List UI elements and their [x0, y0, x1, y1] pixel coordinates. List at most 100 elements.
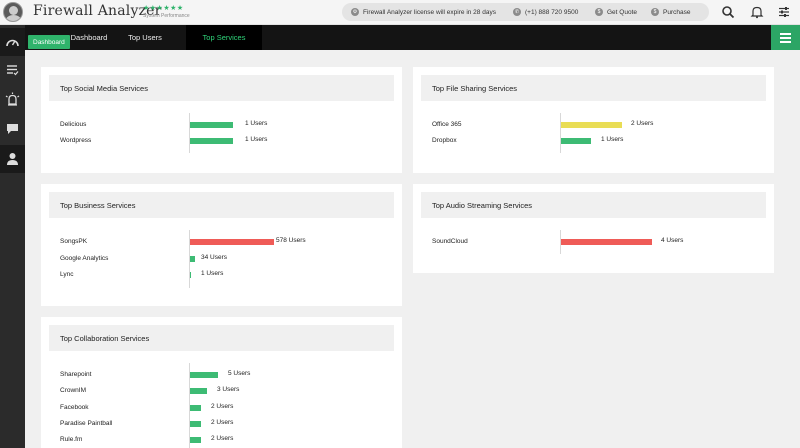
get-quote-link[interactable]: $ Get Quote: [595, 3, 637, 21]
list-item[interactable]: Office 365 2 Users: [413, 118, 774, 132]
user-icon: [7, 153, 18, 165]
phone-icon: ✆: [513, 8, 521, 16]
usage-bar: [561, 122, 622, 128]
user-count: 5 Users: [228, 370, 251, 377]
gear-icon: ⚙: [351, 8, 359, 16]
avatar[interactable]: [3, 2, 23, 22]
search-icon[interactable]: [721, 5, 735, 19]
card-audio-streaming: Top Audio Streaming Services SoundCloud …: [413, 184, 774, 273]
list-item[interactable]: Rule.fm 2 Users: [41, 433, 402, 447]
card-title: Top Business Services: [49, 192, 394, 218]
card-title: Top File Sharing Services: [421, 75, 766, 101]
user-count: 2 Users: [211, 419, 234, 426]
sidebar-item-alarms[interactable]: [0, 85, 25, 113]
card-social-media: Top Social Media Services Delicious 1 Us…: [41, 67, 402, 173]
dashboard-icon: [6, 39, 19, 47]
card-collaboration: Top Collaboration Services Sharepoint 5 …: [41, 317, 402, 448]
card-business: Top Business Services SongsPK 578 Users …: [41, 184, 402, 306]
list-item[interactable]: CrownIM 3 Users: [41, 384, 402, 398]
service-name: SongsPK: [60, 238, 88, 245]
list-item[interactable]: SongsPK 578 Users: [41, 235, 402, 249]
sidebar-item-chat[interactable]: [0, 115, 25, 143]
reports-icon: [7, 65, 19, 76]
sidebar-item-users[interactable]: [0, 145, 25, 173]
sidebar-item-dashboard[interactable]: [0, 28, 25, 56]
license-info-bar: ⚙ Firewall Analyzer license will expire …: [342, 3, 709, 21]
list-item[interactable]: Facebook 2 Users: [41, 401, 402, 415]
list-item[interactable]: Google Analytics 34 Users: [41, 252, 402, 266]
usage-bar: [561, 239, 652, 245]
service-name: Sharepoint: [60, 371, 92, 378]
chat-icon: [7, 124, 18, 134]
list-item[interactable]: Wordpress 1 Users: [41, 134, 402, 148]
service-name: CrownIM: [60, 387, 87, 394]
top-header: Firewall Analyzer ★★★★★★ System Performa…: [0, 0, 800, 25]
usage-bar: [190, 372, 218, 378]
usage-bar: [190, 272, 191, 278]
list-item[interactable]: Dropbox 1 Users: [413, 134, 774, 148]
service-name: Rule.fm: [60, 436, 83, 443]
sidebar-item-reports[interactable]: [0, 56, 25, 84]
alarm-bulb-icon: [5, 92, 20, 106]
tab-top-services[interactable]: Top Services: [186, 25, 262, 50]
service-name: Lync: [60, 271, 74, 278]
service-name: Paradise Paintball: [60, 420, 113, 427]
service-name: Google Analytics: [60, 255, 109, 262]
user-count: 3 Users: [217, 386, 240, 393]
bell-icon[interactable]: [750, 5, 764, 19]
service-name: Dropbox: [432, 137, 457, 144]
purchase-label: Purchase: [663, 8, 691, 16]
purchase-link[interactable]: $ Purchase: [651, 3, 690, 21]
usage-bar: [190, 239, 274, 245]
tab-top-services-label: Top Services: [202, 33, 246, 42]
service-name: Delicious: [60, 121, 87, 128]
usage-bar: [190, 388, 207, 394]
tab-top-users-label: Top Users: [128, 33, 162, 42]
tab-bar: Dashboard Top Users Top Services: [0, 25, 800, 50]
rating-stars: ★★★★★★: [143, 5, 184, 12]
list-item[interactable]: SoundCloud 4 Users: [413, 235, 774, 249]
get-quote-label: Get Quote: [607, 8, 637, 16]
user-count: 1 Users: [245, 136, 268, 143]
user-count: 1 Users: [245, 120, 268, 127]
usage-bar: [190, 421, 201, 427]
user-count: 578 Users: [276, 237, 306, 244]
user-count: 4 Users: [661, 237, 684, 244]
user-count: 2 Users: [211, 435, 234, 442]
usage-bar: [561, 138, 591, 144]
usage-bar: [190, 405, 201, 411]
menu-icon[interactable]: [771, 25, 800, 50]
service-name: Facebook: [60, 404, 89, 411]
list-item[interactable]: Delicious 1 Users: [41, 118, 402, 132]
list-item[interactable]: Paradise Paintball 2 Users: [41, 417, 402, 431]
user-count: 1 Users: [201, 270, 224, 277]
license-notice[interactable]: ⚙ Firewall Analyzer license will expire …: [351, 3, 496, 21]
license-notice-text: Firewall Analyzer license will expire in…: [363, 8, 496, 16]
card-file-sharing: Top File Sharing Services Office 365 2 U…: [413, 67, 774, 173]
phone-link[interactable]: ✆ (+1) 888 720 9500: [513, 3, 578, 21]
usage-bar: [190, 122, 233, 128]
user-count: 34 Users: [201, 254, 228, 261]
settings-sliders-icon[interactable]: [777, 5, 791, 19]
quote-icon: $: [595, 8, 603, 16]
service-name: Office 365: [432, 121, 462, 128]
tab-top-users[interactable]: Top Users: [115, 25, 175, 50]
card-title: Top Audio Streaming Services: [421, 192, 766, 218]
service-name: SoundCloud: [432, 238, 468, 245]
usage-bar: [190, 437, 201, 443]
user-count: 1 Users: [601, 136, 624, 143]
cart-icon: $: [651, 8, 659, 16]
usage-bar: [190, 256, 195, 262]
card-title: Top Social Media Services: [49, 75, 394, 101]
service-name: Wordpress: [60, 137, 92, 144]
usage-bar: [190, 138, 233, 144]
sidebar-tooltip: Dashboard: [28, 35, 70, 49]
list-item[interactable]: Lync 1 Users: [41, 268, 402, 282]
user-count: 2 Users: [631, 120, 654, 127]
rating-caption: System Performance: [143, 13, 190, 19]
user-count: 2 Users: [211, 403, 234, 410]
sidebar: [0, 25, 25, 448]
card-title: Top Collaboration Services: [49, 325, 394, 351]
phone-text: (+1) 888 720 9500: [525, 8, 579, 16]
list-item[interactable]: Sharepoint 5 Users: [41, 368, 402, 382]
